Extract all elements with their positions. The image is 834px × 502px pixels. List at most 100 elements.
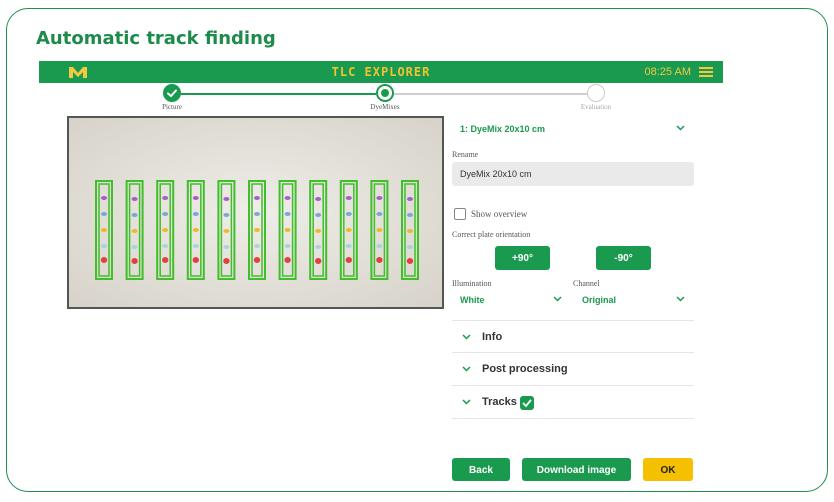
step-evaluation-indicator[interactable] [587,84,605,102]
band-spot [162,257,169,263]
dyemix-select[interactable]: 1: DyeMix 20x10 cm [460,124,545,134]
band-spot [223,245,230,249]
step-label-picture: Picture [162,103,182,111]
band-spot [131,245,138,249]
orientation-label: Correct plate orientation [452,230,531,239]
band-spot [100,257,108,263]
rename-label: Rename [452,150,479,159]
page-heading: Automatic track finding [36,28,276,49]
band-spot [376,196,383,200]
band-spot [192,257,199,263]
band-spot [345,228,352,232]
band-spot [284,257,291,263]
band-spot [101,228,107,232]
band-spot [253,257,261,263]
band-spot [254,228,260,232]
chevron-down-icon [462,334,471,340]
app-title: TLC EXPLORER [331,65,431,79]
band-spot [162,212,169,216]
band-spot [315,213,322,217]
band-spot [131,197,138,201]
check-icon [522,399,532,408]
app-bar: TLC EXPLORER 08:25 AM [39,61,723,83]
rename-input[interactable]: DyeMix 20x10 cm [452,162,694,186]
progress-stepper: Picture DyeMixes Evaluation [39,84,723,114]
section-info-label: Info [482,331,503,343]
tlc-plate-image [67,116,444,309]
divider [452,320,694,321]
band-spot [284,244,291,248]
band-spot [315,197,322,201]
show-overview-label: Show overview [471,209,528,219]
clock: 08:25 AM [644,66,691,78]
band-spot [376,228,383,232]
tracks-checkbox[interactable] [520,396,534,410]
band-spot [162,228,169,232]
band-spot [254,212,260,216]
band-spot [192,228,199,232]
check-icon [167,89,177,98]
band-spot [315,245,322,249]
plate-tracks-overlay [69,118,442,307]
section-tracks-label: Tracks [482,396,517,408]
band-spot [162,196,169,200]
band-spot [345,244,352,248]
band-spot [376,257,383,263]
illumination-select[interactable]: White [460,295,485,305]
band-spot [101,196,107,200]
band-spot [284,228,291,232]
band-spot [101,244,107,248]
band-spot [223,229,230,233]
rotate-minus-90-button[interactable]: -90° [596,246,651,270]
divider [452,352,694,353]
band-spot [315,258,322,264]
ok-button[interactable]: OK [643,458,693,481]
illumination-label: Illumination [452,279,492,288]
step-label-evaluation: Evaluation [580,103,612,111]
band-spot [223,197,230,201]
band-spot [407,197,413,201]
band-spot [376,212,383,216]
band-spot [345,257,352,263]
step-connector-pending [394,93,588,95]
channel-label: Channel [573,279,600,288]
divider [452,385,694,386]
chevron-down-icon[interactable] [676,125,685,131]
band-spot [162,244,169,248]
download-image-button[interactable]: Download image [522,458,631,481]
band-spot [407,213,413,217]
chevron-down-icon [462,366,471,372]
channel-select[interactable]: Original [582,295,616,305]
band-spot [131,258,138,264]
step-connector-done [174,93,376,95]
back-button[interactable]: Back [452,458,510,481]
band-spot [192,244,199,248]
band-spot [345,212,352,216]
band-spot [131,213,138,217]
step-picture-indicator[interactable] [163,84,181,102]
band-spot [223,213,230,217]
band-spot [284,212,291,216]
rotate-plus-90-button[interactable]: +90° [495,246,550,270]
chevron-down-icon[interactable] [553,296,562,302]
chevron-down-icon[interactable] [676,296,685,302]
band-spot [254,196,260,200]
band-spot [192,212,199,216]
band-spot [101,212,107,216]
show-overview-checkbox[interactable] [454,208,466,220]
band-spot [284,196,291,200]
hamburger-menu-icon[interactable] [699,67,713,77]
band-spot [131,229,138,233]
section-post-processing-label: Post processing [482,363,568,375]
step-dyemixes-indicator[interactable] [376,84,394,102]
band-spot [254,244,260,248]
band-spot [192,196,199,200]
band-spot [406,258,414,264]
band-spot [376,244,383,248]
band-spot [345,196,352,200]
chevron-down-icon [462,399,471,405]
step-label-dyemixes: DyeMixes [370,103,400,111]
band-spot [223,258,230,264]
band-spot [407,229,413,233]
band-spot [407,245,413,249]
